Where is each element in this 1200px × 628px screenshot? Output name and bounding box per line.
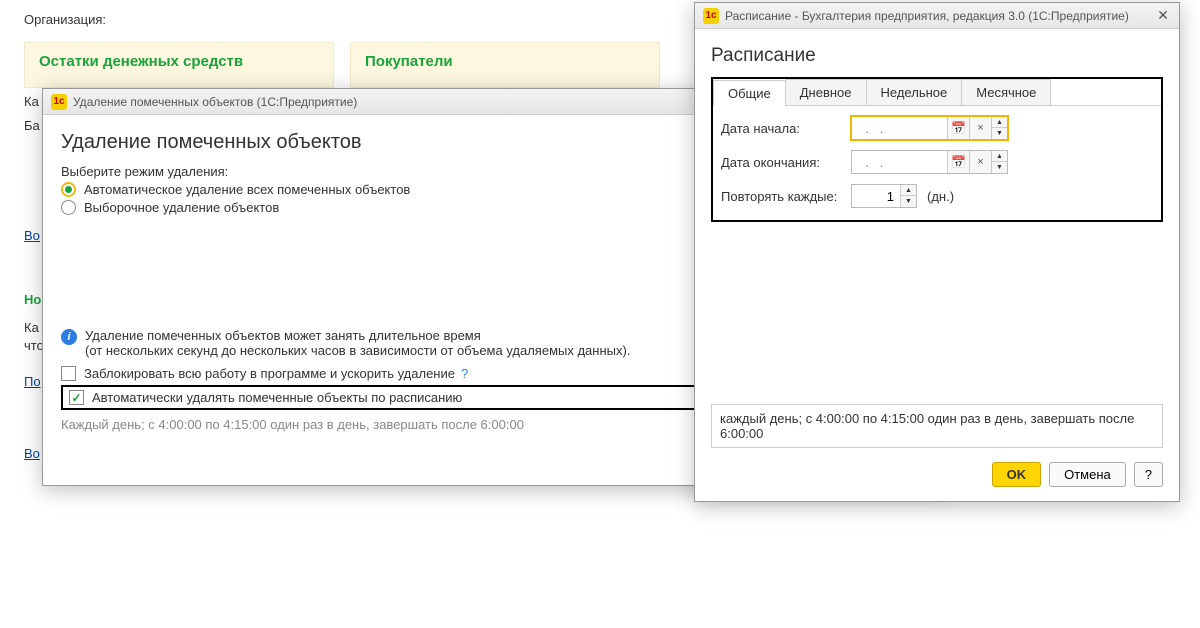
bg-stub: что [24, 338, 44, 353]
clear-icon[interactable]: × [969, 117, 991, 139]
tab-monthly[interactable]: Месячное [961, 79, 1051, 105]
radio-icon [61, 182, 76, 197]
close-icon[interactable]: ✕ [1153, 8, 1173, 24]
auto-schedule-label: Автоматически удалять помеченные объекты… [92, 390, 462, 405]
radio-icon [61, 200, 76, 215]
help-icon[interactable]: ? [461, 366, 468, 381]
schedule-dialog: 1c Расписание - Бухгалтерия предприятия,… [694, 2, 1180, 502]
calendar-icon[interactable]: 📅 [947, 151, 969, 173]
bg-link[interactable]: Во [24, 446, 40, 461]
ok-button[interactable]: OK [992, 462, 1042, 487]
tab-daily[interactable]: Дневное [785, 79, 867, 105]
app-icon: 1c [51, 94, 67, 110]
date-spinner[interactable]: ▲▼ [991, 117, 1007, 139]
schedule-tabs-frame: Общие Дневное Недельное Месячное Дата на… [711, 77, 1163, 222]
panel-buyers[interactable]: Покупатели [350, 42, 660, 88]
block-work-label: Заблокировать всю работу в программе и у… [84, 366, 455, 381]
repeat-spinner[interactable]: ▲▼ [900, 185, 916, 207]
end-date-input[interactable]: 📅 × ▲▼ [851, 150, 1008, 174]
info-text-1: Удаление помеченных объектов может занят… [85, 328, 630, 343]
panel-balances-title: Остатки денежных средств [39, 53, 243, 70]
panel-buyers-title: Покупатели [365, 53, 453, 70]
bg-stub: Ка [24, 320, 39, 335]
repeat-label: Повторять каждые: [721, 189, 851, 204]
tab-weekly[interactable]: Недельное [866, 79, 963, 105]
bg-link[interactable]: По [24, 374, 41, 389]
app-icon: 1c [703, 8, 719, 24]
schedule-readout: каждый день; с 4:00:00 по 4:15:00 один р… [711, 404, 1163, 448]
repeat-unit: (дн.) [927, 189, 954, 204]
end-date-field[interactable] [852, 151, 947, 173]
calendar-icon[interactable]: 📅 [947, 117, 969, 139]
checkbox-icon [61, 366, 76, 381]
repeat-field[interactable] [852, 185, 900, 207]
clear-icon[interactable]: × [969, 151, 991, 173]
org-label: Организация: [24, 12, 106, 27]
start-date-field[interactable] [852, 117, 947, 139]
radio-manual-label: Выборочное удаление объектов [84, 200, 279, 215]
help-button[interactable]: ? [1134, 462, 1163, 487]
repeat-input[interactable]: ▲▼ [851, 184, 917, 208]
start-date-input[interactable]: 📅 × ▲▼ [851, 116, 1008, 140]
panel-balances[interactable]: Остатки денежных средств [24, 42, 334, 88]
bg-stub: Но [24, 292, 41, 307]
cancel-button[interactable]: Отмена [1049, 462, 1126, 487]
schedule-dialog-titlebar[interactable]: 1c Расписание - Бухгалтерия предприятия,… [695, 3, 1179, 29]
tab-general[interactable]: Общие [713, 80, 786, 106]
info-icon: i [61, 329, 77, 345]
auto-schedule-checkbox[interactable] [69, 390, 84, 405]
deletion-dialog-title: Удаление помеченных объектов (1С:Предпри… [73, 95, 357, 109]
bg-stub: Ка [24, 94, 39, 109]
schedule-dialog-title: Расписание - Бухгалтерия предприятия, ре… [725, 9, 1129, 23]
info-text-2: (от нескольких секунд до нескольких часо… [85, 343, 630, 358]
radio-auto-label: Автоматическое удаление всех помеченных … [84, 182, 410, 197]
date-spinner[interactable]: ▲▼ [991, 151, 1007, 173]
schedule-heading: Расписание [711, 45, 1163, 67]
bg-stub: Ба [24, 118, 40, 133]
schedule-tabs: Общие Дневное Недельное Месячное [713, 79, 1161, 106]
bg-link[interactable]: Во [24, 228, 40, 243]
end-date-label: Дата окончания: [721, 155, 851, 170]
start-date-label: Дата начала: [721, 121, 851, 136]
